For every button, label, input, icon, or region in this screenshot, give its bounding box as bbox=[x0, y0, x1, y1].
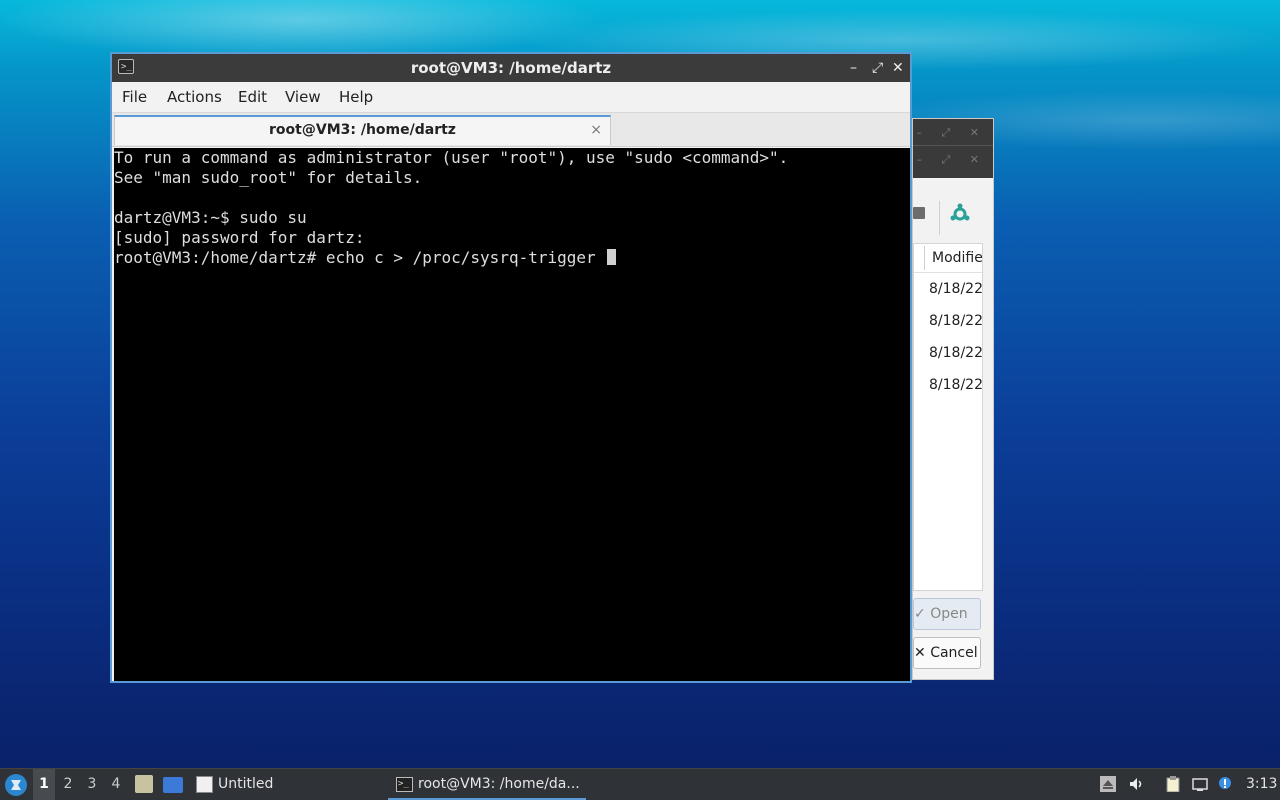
list-item[interactable]: 8/18/22 bbox=[914, 369, 982, 401]
clock[interactable]: 3:13 bbox=[1246, 769, 1277, 800]
window-controls[interactable]: – ⤢ ✕ bbox=[916, 153, 987, 167]
menu-edit[interactable]: Edit bbox=[238, 82, 267, 112]
window-title: root@VM3: /home/dartz bbox=[410, 59, 612, 77]
tab-label: root@VM3: /home/dartz bbox=[269, 122, 456, 138]
list-item[interactable]: 8/18/22 bbox=[914, 337, 982, 369]
list-item[interactable]: 8/18/22 bbox=[914, 273, 982, 305]
start-menu-icon[interactable] bbox=[4, 773, 28, 797]
cancel-button[interactable]: ✕ Cancel bbox=[913, 637, 981, 669]
terminal-line: See "man sudo_root" for details. bbox=[114, 168, 423, 187]
column-header-modified[interactable]: Modifie bbox=[914, 244, 982, 273]
show-desktop-icon[interactable] bbox=[163, 777, 183, 793]
volume-icon[interactable] bbox=[1128, 776, 1144, 792]
menu-bar: File Actions Edit View Help bbox=[112, 82, 910, 113]
menu-help[interactable]: Help bbox=[339, 82, 373, 112]
taskbar: 1 2 3 4 Untitled >_ root@VM3: /home/da..… bbox=[0, 768, 1280, 800]
terminal-line: dartz@VM3:~$ sudo su bbox=[114, 208, 307, 227]
eject-icon[interactable] bbox=[1100, 776, 1116, 792]
new-folder-icon[interactable] bbox=[913, 207, 925, 219]
menu-file[interactable]: File bbox=[122, 82, 147, 112]
close-button[interactable]: ✕ bbox=[892, 54, 904, 82]
clipboard-icon[interactable] bbox=[1165, 776, 1181, 792]
workspace-2[interactable]: 2 bbox=[57, 769, 79, 800]
task-terminal[interactable]: >_ root@VM3: /home/da... bbox=[388, 769, 586, 800]
tab-close-icon[interactable]: × bbox=[590, 117, 602, 143]
task-untitled[interactable]: Untitled bbox=[218, 769, 273, 800]
window-controls[interactable]: – ⤢ ✕ bbox=[916, 126, 987, 140]
update-notifier-icon[interactable] bbox=[1217, 776, 1233, 792]
terminal-prompt-line: root@VM3:/home/dartz# echo c > /proc/sys… bbox=[114, 248, 910, 268]
file-dialog-subtitlebar: – ⤢ ✕ bbox=[913, 145, 993, 178]
file-dialog-toolbar bbox=[913, 199, 993, 235]
minimize-button[interactable]: – bbox=[850, 54, 857, 82]
terminal-tab[interactable]: root@VM3: /home/dartz × bbox=[114, 115, 611, 145]
toolbar-separator bbox=[939, 201, 940, 235]
terminal-window: >_ root@VM3: /home/dartz – ⤢ ✕ File Acti… bbox=[110, 52, 912, 683]
tab-bar: root@VM3: /home/dartz × bbox=[112, 113, 910, 147]
cancel-label: Cancel bbox=[930, 645, 978, 661]
file-list[interactable]: Modifie 8/18/22 8/18/22 8/18/22 8/18/22 bbox=[913, 243, 983, 591]
menu-view[interactable]: View bbox=[285, 82, 321, 112]
file-manager-icon[interactable] bbox=[135, 775, 153, 793]
network-icon[interactable] bbox=[1192, 776, 1208, 792]
workspace-4[interactable]: 4 bbox=[105, 769, 127, 800]
terminal-line: [sudo] password for dartz: bbox=[114, 228, 365, 247]
open-button[interactable]: ✓ Open bbox=[913, 598, 981, 630]
terminal-titlebar[interactable]: >_ root@VM3: /home/dartz – ⤢ ✕ bbox=[112, 54, 910, 82]
workspace-1[interactable]: 1 bbox=[33, 769, 55, 800]
prompt-text: root@VM3:/home/dartz# echo c > /proc/sys… bbox=[114, 248, 606, 267]
workspace-3[interactable]: 3 bbox=[81, 769, 103, 800]
open-label: Open bbox=[930, 606, 968, 622]
menu-actions[interactable]: Actions bbox=[167, 82, 222, 112]
text-editor-icon bbox=[196, 776, 213, 793]
network-icon[interactable] bbox=[949, 203, 971, 225]
terminal-line: To run a command as administrator (user … bbox=[114, 148, 789, 167]
maximize-button[interactable]: ⤢ bbox=[872, 54, 883, 82]
terminal-output[interactable]: To run a command as administrator (user … bbox=[114, 148, 910, 681]
text-cursor bbox=[607, 249, 617, 265]
close-icon: ✕ bbox=[914, 645, 926, 661]
file-dialog-titlebar: – ⤢ ✕ bbox=[913, 119, 993, 145]
task-terminal-label: root@VM3: /home/da... bbox=[418, 776, 580, 792]
list-item[interactable]: 8/18/22 bbox=[914, 305, 982, 337]
file-dialog-window: – ⤢ ✕ – ⤢ ✕ Modifie 8/18/22 8/18/22 8/18… bbox=[912, 118, 994, 680]
terminal-icon: >_ bbox=[396, 777, 413, 792]
check-icon: ✓ bbox=[914, 606, 926, 622]
